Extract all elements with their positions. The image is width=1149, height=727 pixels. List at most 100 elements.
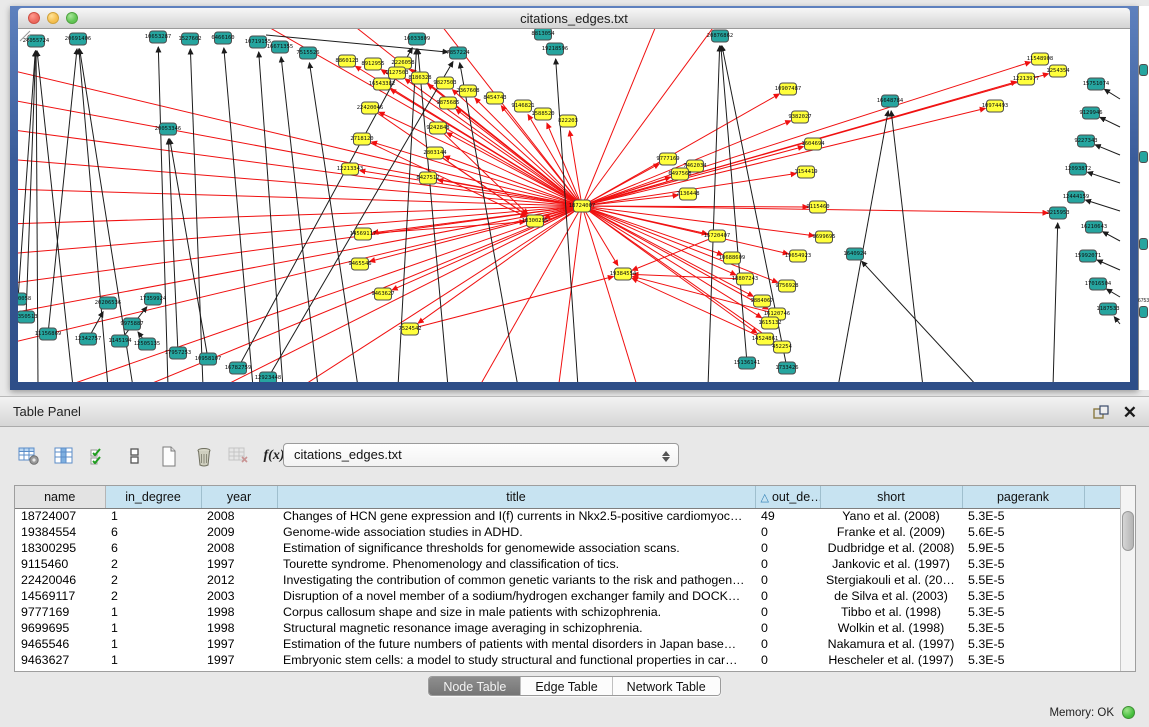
column-header-in_degree[interactable]: in_degree [105,486,201,508]
tab-edge-table[interactable]: Edge Table [521,677,612,695]
graph-node-label: 17016504 [1085,281,1112,287]
graph-edge [58,206,582,382]
graph-edge [632,278,765,339]
graph-edge [18,51,35,299]
graph-node-label: 9146821 [511,103,534,109]
graph-edge [18,206,582,224]
show-columns-button[interactable] [51,443,77,469]
graph-edge [1107,289,1120,297]
citation-network-graph[interactable]: 1872400718300295193845548860123891295522… [18,29,1130,382]
table-row[interactable]: 1830029562008Estimation of significance … [15,540,1120,556]
status-bar: Memory: OK [1049,706,1135,719]
table-tabs: Node Table Edge Table Network Table [428,676,720,696]
graph-node-label: 12093872 [1065,166,1092,172]
graph-node-label: 8454743 [483,95,506,101]
close-window-button[interactable] [28,12,40,24]
sort-ascending-icon: △ [761,492,772,504]
network-window-titlebar[interactable]: citations_edges.txt [18,8,1130,29]
create-column-button[interactable] [156,443,182,469]
attribute-table: namein_degreeyeartitle△out_de…shortpager… [15,486,1121,668]
graph-node-label: 16782759 [225,365,252,371]
graph-edge [170,139,208,359]
graph-node-label: 8186328 [408,75,431,81]
graph-node-label: 10958107 [195,356,222,362]
graph-node-label: 16210643 [1081,224,1108,230]
graph-edge [238,48,412,368]
graph-node-label: 15992071 [1075,253,1102,259]
graph-edge [26,51,36,317]
graph-node-label: 6466160 [211,35,234,41]
table-row[interactable]: 1938455462009Genome-wide association stu… [15,524,1120,540]
graph-node-label: 18724007 [569,203,596,209]
table-panel-title: Table Panel [13,404,81,419]
graph-node-label: 15136141 [734,360,761,366]
graph-edge [838,111,888,382]
graph-node-label: 1350513 [18,314,38,320]
float-panel-icon[interactable] [1093,405,1109,419]
graph-edge [582,206,753,296]
graph-edge [582,29,718,206]
graph-node-label: 20206536 [95,300,122,306]
network-canvas[interactable]: 1872400718300295193845548860123891295522… [18,29,1130,382]
column-header-out_degree[interactable]: △out_de… [755,486,820,508]
graph-edge [1095,145,1120,155]
table-row[interactable]: 946362711997Embryonic stem cells: a mode… [15,652,1120,668]
graph-node-label: 16648784 [877,98,904,104]
table-row[interactable]: 977716911998Corpus callosum shape and si… [15,604,1120,620]
graph-node-label: 9756928 [775,283,798,289]
table-row[interactable]: 946554611997Estimation of the future num… [15,636,1120,652]
column-header-year[interactable]: year [201,486,277,508]
graph-edge [18,99,582,206]
table-row[interactable]: 911546021997Tourette syndrome. Phenomeno… [15,556,1120,572]
graph-edge [168,139,178,353]
table-settings-button[interactable] [16,443,42,469]
graph-node-label: 9884067 [750,298,773,304]
table-row[interactable]: 1872400712008Changes of HCN gene express… [15,508,1120,524]
delete-column-button[interactable] [191,443,217,469]
graph-edge [190,49,203,382]
graph-node-label: 12444159 [1063,194,1090,200]
scrollbar-thumb[interactable] [1122,511,1134,551]
table-selector-dropdown[interactable]: citations_edges.txt [283,443,679,467]
graph-node-label: 2226058 [391,60,414,66]
close-panel-icon[interactable]: ✕ [1123,404,1137,421]
zoom-window-button[interactable] [66,12,78,24]
graph-node-label: 8427512 [416,175,439,181]
row-height-button[interactable] [121,443,147,469]
graph-edge [438,128,528,214]
select-columns-button[interactable] [86,443,112,469]
graph-node-label: 19654923 [785,253,812,259]
graph-node-label: 9242848 [426,125,449,131]
graph-node-label: 16033809 [404,36,431,42]
tab-node-table[interactable]: Node Table [429,677,521,695]
graph-node-label: 10907487 [775,86,802,92]
column-header-short[interactable]: short [820,486,962,508]
graph-node-label: 20691406 [65,36,92,42]
graph-node-label: 1154419 [794,169,817,175]
window-resize-grip[interactable] [18,29,31,42]
graph-edge [435,153,527,215]
table-row[interactable]: 1456911722003Disruption of a novel membe… [15,588,1120,604]
background-window-edge[interactable]: 6753 [1138,6,1149,390]
graph-node-label: 3215953 [1046,210,1069,216]
graph-node-label: 7515526 [296,50,319,56]
column-header-title[interactable]: title [277,486,755,508]
column-header-name[interactable]: name [15,486,105,508]
minimize-window-button[interactable] [47,12,59,24]
graph-node-label: 19384554 [610,271,637,277]
delete-table-button[interactable] [226,443,252,469]
graph-node-label: 22420046 [357,105,384,111]
tab-network-table[interactable]: Network Table [613,677,720,695]
graph-node-label: 12342757 [75,336,102,342]
graph-node-label: 2718120 [350,136,373,142]
graph-node-label: 9463627 [371,291,394,297]
column-header-pagerank[interactable]: pagerank [962,486,1084,508]
memory-ok-indicator [1122,706,1135,719]
graph-node-label: 15751074 [1083,81,1110,87]
network-window[interactable]: citations_edges.txt 18724007183002951938… [10,6,1138,390]
table-row[interactable]: 2242004622012Investigating the contribut… [15,572,1120,588]
graph-edge [582,206,723,255]
table-scrollbar[interactable] [1120,486,1135,671]
table-row[interactable]: 969969511998Structural magnetic resonanc… [15,620,1120,636]
graph-edge [259,52,283,382]
